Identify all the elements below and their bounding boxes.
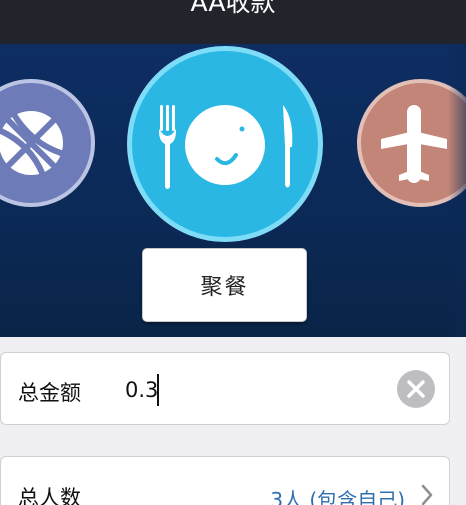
chevron-right-icon xyxy=(421,484,433,505)
clear-amount-button[interactable] xyxy=(397,370,435,408)
category-carousel[interactable]: 聚餐 xyxy=(0,44,466,337)
carousel-edge-fade xyxy=(448,44,466,337)
people-label: 总人数 xyxy=(18,486,81,505)
amount-row: 总金额 xyxy=(0,352,450,425)
selected-category-label[interactable]: 聚餐 xyxy=(142,248,307,322)
text-caret xyxy=(157,374,159,406)
category-sports[interactable] xyxy=(0,79,95,207)
category-dining[interactable] xyxy=(127,46,323,242)
aa-collection-page: AA收款 聚餐 总金额 0.3 总人数 3人 (包含自己) xyxy=(0,0,466,505)
amount-label: 总金额 xyxy=(18,381,81,405)
clear-icon xyxy=(407,380,425,398)
basketball-icon xyxy=(0,110,64,178)
page-title: AA收款 xyxy=(190,0,276,17)
amount-input[interactable] xyxy=(125,373,385,407)
dining-plate-icon xyxy=(159,105,293,189)
nav-bar: AA收款 xyxy=(0,0,466,44)
people-row[interactable]: 总人数 3人 (包含自己) xyxy=(0,456,450,505)
people-count-value: 3人 (包含自己) xyxy=(270,488,405,505)
